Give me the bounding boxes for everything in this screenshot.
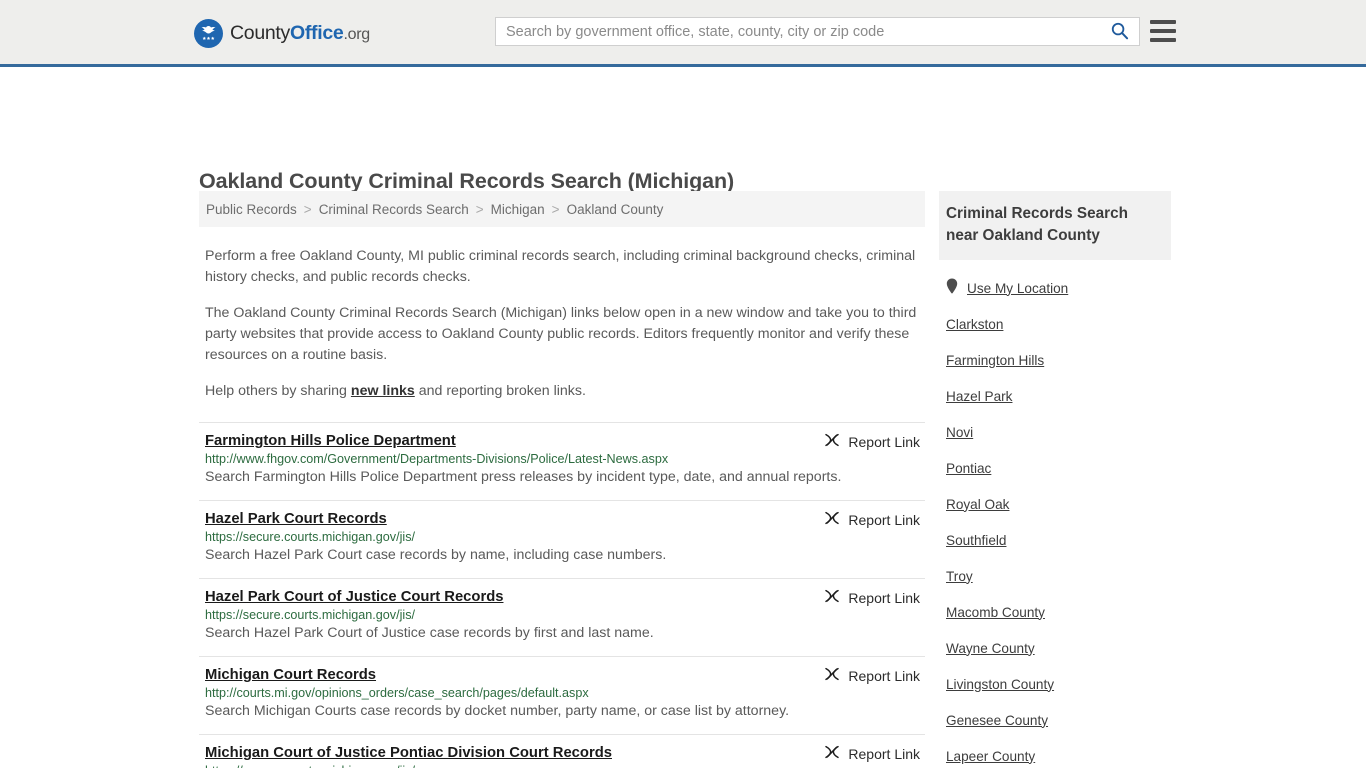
result-url[interactable]: http://courts.mi.gov/opinions_orders/cas… [205, 686, 925, 700]
result-item: Farmington Hills Police Department Repor… [199, 422, 925, 501]
broken-link-icon [824, 510, 840, 529]
menu-bar-3 [1150, 38, 1176, 42]
report-link-button[interactable]: Report Link [824, 666, 920, 685]
report-link-label: Report Link [848, 511, 920, 528]
sidebar-link[interactable]: Macomb County [946, 605, 1045, 620]
breadcrumb: Public Records > Criminal Records Search… [199, 191, 925, 227]
sidebar-item-southfield[interactable]: Southfield [939, 522, 1171, 558]
site-header: CountyOffice.org [0, 0, 1366, 67]
search-input[interactable] [496, 18, 1099, 45]
sidebar-item-troy[interactable]: Troy [939, 558, 1171, 594]
sidebar-item-royal-oak[interactable]: Royal Oak [939, 486, 1171, 522]
search-icon [1110, 21, 1129, 43]
report-link-button[interactable]: Report Link [824, 744, 920, 763]
page-body: Oakland County Criminal Records Search (… [0, 67, 1366, 768]
sidebar-link[interactable]: Livingston County [946, 677, 1054, 692]
result-item: Michigan Court of Justice Pontiac Divisi… [199, 735, 925, 768]
result-item: Hazel Park Court Records Report Link htt… [199, 501, 925, 579]
result-title-link[interactable]: Hazel Park Court of Justice Court Record… [205, 589, 503, 605]
result-title-link[interactable]: Michigan Court Records [205, 667, 376, 683]
sidebar-link[interactable]: Hazel Park [946, 389, 1012, 404]
sidebar-link[interactable]: Novi [946, 425, 973, 440]
sidebar-nearby-list: Use My Location Clarkston Farmington Hil… [939, 270, 1171, 768]
result-description: Search Hazel Park Court case records by … [205, 547, 667, 563]
sidebar-item-macomb-county[interactable]: Macomb County [939, 594, 1171, 630]
menu-bar-1 [1150, 20, 1176, 24]
result-description: Search Hazel Park Court of Justice case … [205, 625, 654, 641]
sidebar-link[interactable]: Royal Oak [946, 497, 1009, 512]
sidebar-item-genesee-county[interactable]: Genesee County [939, 702, 1171, 738]
result-item: Michigan Court Records Report Link http:… [199, 657, 925, 735]
result-description: Search Michigan Courts case records by d… [205, 703, 790, 719]
use-my-location-link[interactable]: Use My Location [967, 281, 1068, 296]
sidebar-link[interactable]: Genesee County [946, 713, 1048, 728]
sidebar-item-novi[interactable]: Novi [939, 414, 1171, 450]
report-link-label: Report Link [848, 745, 920, 762]
sidebar-item-clarkston[interactable]: Clarkston [939, 306, 1171, 342]
sidebar-item-lapeer-county[interactable]: Lapeer County [939, 738, 1171, 768]
sidebar-link[interactable]: Southfield [946, 533, 1006, 548]
sidebar-link[interactable]: Troy [946, 569, 973, 584]
logo-text-county: County [230, 21, 290, 44]
hamburger-menu-icon[interactable] [1150, 20, 1176, 42]
breadcrumb-separator-3: > [551, 201, 560, 217]
result-title-link[interactable]: Michigan Court of Justice Pontiac Divisi… [205, 745, 612, 761]
sidebar-link[interactable]: Clarkston [946, 317, 1003, 332]
report-link-button[interactable]: Report Link [824, 588, 920, 607]
breadcrumb-item-michigan[interactable]: Michigan [491, 202, 545, 217]
breadcrumb-item-public-records[interactable]: Public Records [206, 202, 297, 217]
search-button[interactable] [1099, 18, 1139, 45]
sidebar-link[interactable]: Farmington Hills [946, 353, 1044, 368]
intro-paragraph-3-pre: Help others by sharing [205, 383, 351, 399]
eagle-seal-icon [194, 18, 223, 48]
results-list: Farmington Hills Police Department Repor… [199, 422, 925, 768]
sidebar-item-livingston-county[interactable]: Livingston County [939, 666, 1171, 702]
sidebar-link[interactable]: Wayne County [946, 641, 1035, 656]
map-pin-icon [946, 278, 958, 299]
result-url[interactable]: https://secure.courts.michigan.gov/jis/ [205, 530, 925, 544]
sidebar-item-wayne-county[interactable]: Wayne County [939, 630, 1171, 666]
logo-text-org: .org [343, 25, 370, 43]
breadcrumb-separator-2: > [475, 201, 484, 217]
intro-paragraph-1: Perform a free Oakland County, MI public… [205, 248, 916, 285]
sidebar: Criminal Records Search near Oakland Cou… [939, 191, 1171, 768]
result-title-link[interactable]: Hazel Park Court Records [205, 511, 387, 527]
report-link-label: Report Link [848, 589, 920, 606]
sidebar-heading: Criminal Records Search near Oakland Cou… [939, 191, 1171, 260]
sidebar-item-use-my-location[interactable]: Use My Location [939, 270, 1171, 306]
result-item: Hazel Park Court of Justice Court Record… [199, 579, 925, 657]
sidebar-item-hazel-park[interactable]: Hazel Park [939, 378, 1171, 414]
main-content-column: Public Records > Criminal Records Search… [199, 191, 925, 768]
logo-text-office: Office [290, 21, 344, 44]
sidebar-link[interactable]: Lapeer County [946, 749, 1035, 764]
report-link-label: Report Link [848, 667, 920, 684]
breadcrumb-item-oakland-county[interactable]: Oakland County [567, 202, 664, 217]
result-url[interactable]: https://secure.courts.michigan.gov/jis/ [205, 608, 925, 622]
sidebar-link[interactable]: Pontiac [946, 461, 991, 476]
result-url[interactable]: http://www.fhgov.com/Government/Departme… [205, 452, 925, 466]
broken-link-icon [824, 666, 840, 685]
broken-link-icon [824, 588, 840, 607]
report-link-label: Report Link [848, 433, 920, 450]
report-link-button[interactable]: Report Link [824, 432, 920, 451]
menu-bar-2 [1150, 29, 1176, 33]
search-bar [495, 17, 1140, 46]
result-url[interactable]: https://secure.courts.michigan.gov/jis/ [205, 764, 925, 768]
site-logo-text: CountyOffice.org [230, 22, 370, 45]
intro-paragraph-3: Help others by sharing new links and rep… [199, 381, 925, 402]
sidebar-item-farmington-hills[interactable]: Farmington Hills [939, 342, 1171, 378]
site-logo[interactable]: CountyOffice.org [194, 18, 370, 48]
new-links-link[interactable]: new links [351, 383, 415, 399]
broken-link-icon [824, 432, 840, 451]
sidebar-item-pontiac[interactable]: Pontiac [939, 450, 1171, 486]
breadcrumb-separator-1: > [303, 201, 312, 217]
intro-paragraph-2: The Oakland County Criminal Records Sear… [205, 305, 917, 363]
broken-link-icon [824, 744, 840, 763]
intro-paragraph-3-post: and reporting broken links. [414, 383, 586, 399]
result-title-link[interactable]: Farmington Hills Police Department [205, 433, 456, 449]
result-description: Search Farmington Hills Police Departmen… [205, 469, 842, 485]
breadcrumb-item-criminal-records-search[interactable]: Criminal Records Search [319, 202, 469, 217]
report-link-button[interactable]: Report Link [824, 510, 920, 529]
